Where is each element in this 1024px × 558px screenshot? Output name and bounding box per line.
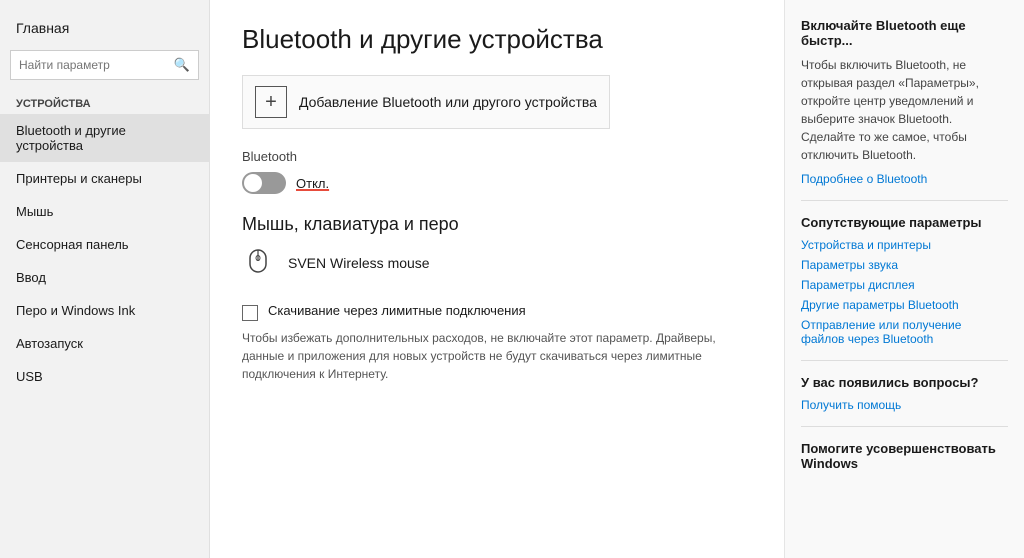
right-divider-3 bbox=[801, 426, 1008, 427]
bluetooth-label: Bluetooth bbox=[242, 149, 752, 164]
sidebar-item-pen[interactable]: Перо и Windows Ink bbox=[0, 294, 209, 327]
sidebar-item-mouse[interactable]: Мышь bbox=[0, 195, 209, 228]
page-title: Bluetooth и другие устройства bbox=[242, 24, 752, 55]
get-help-link[interactable]: Получить помощь bbox=[801, 398, 1008, 412]
right-panel: Включайте Bluetooth еще быстр... Чтобы в… bbox=[784, 0, 1024, 558]
search-icon: 🔍 bbox=[174, 57, 190, 73]
sidebar-item-autostart[interactable]: Автозапуск bbox=[0, 327, 209, 360]
bluetooth-toggle-row: Откл. bbox=[242, 172, 752, 194]
device-item-mouse: SVEN Wireless mouse bbox=[242, 247, 752, 279]
sidebar-item-touchpad[interactable]: Сенсорная панель bbox=[0, 228, 209, 261]
link-sound-settings[interactable]: Параметры звука bbox=[801, 258, 1008, 272]
checkbox-section: Скачивание через лимитные подключения Чт… bbox=[242, 303, 752, 383]
sidebar-item-bluetooth[interactable]: Bluetooth и другие устройства bbox=[0, 114, 209, 162]
sidebar-search-box[interactable]: 🔍 bbox=[10, 50, 199, 80]
add-icon: + bbox=[255, 86, 287, 118]
bluetooth-toggle-label: Откл. bbox=[296, 176, 329, 191]
sidebar-item-usb[interactable]: USB bbox=[0, 360, 209, 393]
add-device-button[interactable]: + Добавление Bluetooth или другого устро… bbox=[242, 75, 610, 129]
bluetooth-more-link[interactable]: Подробнее о Bluetooth bbox=[801, 172, 1008, 186]
checkbox-row: Скачивание через лимитные подключения bbox=[242, 303, 752, 321]
link-display-settings[interactable]: Параметры дисплея bbox=[801, 278, 1008, 292]
bluetooth-toggle[interactable] bbox=[242, 172, 286, 194]
right-divider-2 bbox=[801, 360, 1008, 361]
questions-title: У вас появились вопросы? bbox=[801, 375, 1008, 390]
link-send-receive-bluetooth[interactable]: Отправление или получение файлов через B… bbox=[801, 318, 1008, 346]
right-divider-1 bbox=[801, 200, 1008, 201]
quick-text: Чтобы включить Bluetooth, не открывая ра… bbox=[801, 56, 1008, 164]
improve-title: Помогите усовершенствовать Windows bbox=[801, 441, 1008, 471]
device-name: SVEN Wireless mouse bbox=[288, 255, 430, 271]
search-input[interactable] bbox=[19, 58, 172, 72]
sidebar: Главная 🔍 Устройства Bluetooth и другие … bbox=[0, 0, 210, 558]
mouse-section-heading: Мышь, клавиатура и перо bbox=[242, 214, 752, 235]
link-other-bluetooth[interactable]: Другие параметры Bluetooth bbox=[801, 298, 1008, 312]
main-content: Bluetooth и другие устройства + Добавлен… bbox=[210, 0, 784, 558]
related-params-title: Сопутствующие параметры bbox=[801, 215, 1008, 230]
sidebar-section-title: Устройства bbox=[0, 90, 209, 114]
checkbox-description: Чтобы избежать дополнительных расходов, … bbox=[242, 329, 752, 383]
checkbox-label: Скачивание через лимитные подключения bbox=[268, 303, 526, 318]
sidebar-home[interactable]: Главная bbox=[0, 10, 209, 44]
sidebar-item-input[interactable]: Ввод bbox=[0, 261, 209, 294]
quick-title: Включайте Bluetooth еще быстр... bbox=[801, 18, 1008, 48]
toggle-knob bbox=[244, 174, 262, 192]
link-devices-printers[interactable]: Устройства и принтеры bbox=[801, 238, 1008, 252]
sidebar-item-printers[interactable]: Принтеры и сканеры bbox=[0, 162, 209, 195]
metered-connection-checkbox[interactable] bbox=[242, 305, 258, 321]
add-device-label: Добавление Bluetooth или другого устройс… bbox=[299, 94, 597, 110]
mouse-icon bbox=[242, 247, 274, 279]
